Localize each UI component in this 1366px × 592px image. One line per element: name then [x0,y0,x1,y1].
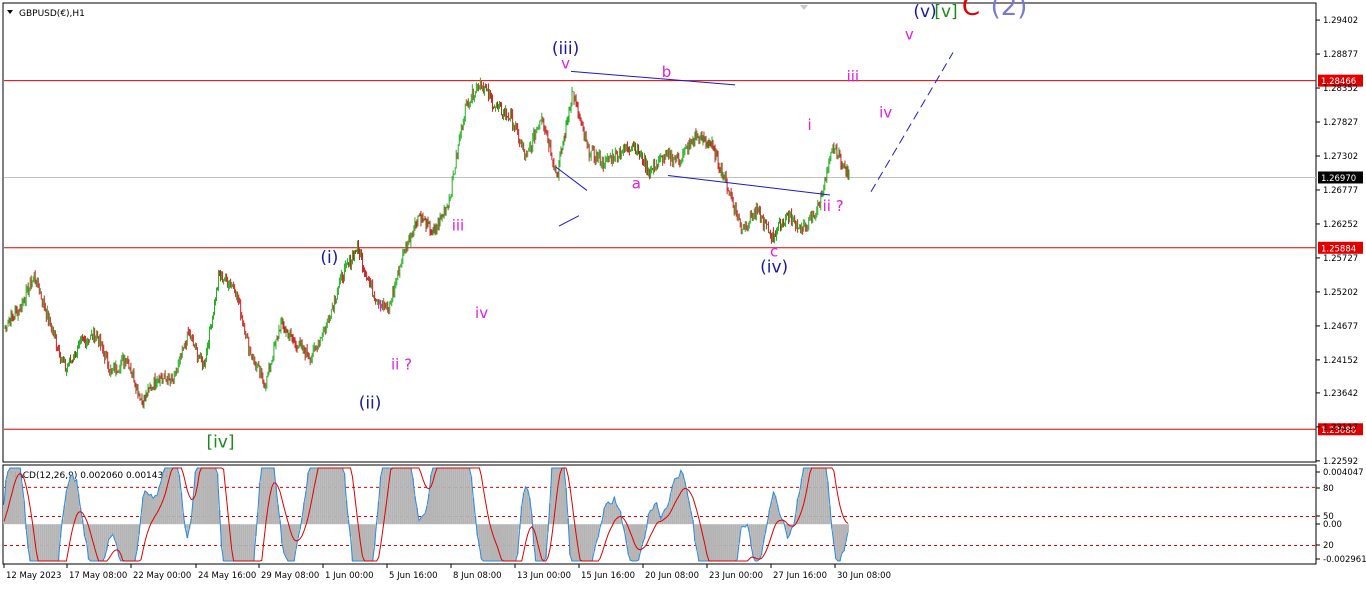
macd-tick-label: 0.00 [1323,520,1342,530]
price-tick-label: 1.29402 [1323,16,1358,26]
price-tick-label: 1.24152 [1323,356,1358,366]
price-tick-label: 1.26252 [1323,220,1358,230]
price-tick-label: 1.28877 [1323,50,1358,60]
time-tick-label: 12 May 2023 [6,571,61,581]
price-tick-label: 1.27827 [1323,118,1358,128]
time-tick-label: 30 Jun 08:00 [837,571,891,581]
wave-label: i [807,116,811,134]
symbol-title: GBPUSD(€),H1 [19,9,85,19]
time-tick-label: 1 Jun 00:00 [325,571,374,581]
wave-label: v [561,55,570,73]
wave-label: a [632,174,641,192]
time-axis: 12 May 2023 17 May 08:00 22 May 00:00 24 Ma… [3,564,891,581]
wave-label: ii ? [391,356,412,374]
price-panel[interactable] [2,2,1317,463]
time-tick-label: 23 Jun 00:00 [709,571,763,581]
price-tick-label: 1.27302 [1323,152,1358,162]
wave-label: iv [879,103,892,121]
level-label: 1.25884 [1321,244,1356,254]
time-tick-label: 13 Jun 00:00 [517,571,571,581]
chart-canvas[interactable]: GBPUSD(€),H1 MACD(12,26,9) 0.002060 0.00… [0,0,1366,588]
current-price-label: 1.26970 [1321,174,1356,184]
price-tick-label: 1.25202 [1323,288,1358,298]
time-tick-label: 22 May 00:00 [133,571,191,581]
macd-tick-label: 20 [1323,541,1334,551]
price-tick-label: 1.26777 [1323,186,1358,196]
price-tick-label: 1.24677 [1323,322,1358,332]
time-tick-label: 5 Jun 16:00 [389,571,438,581]
price-axis: 1.29402 1.28877 1.28352 1.27827 1.27302 1.267… [1316,16,1358,467]
wave-label: (ii) [359,394,382,414]
wave-label: ii ? [823,197,844,215]
wave-label: v [905,26,914,44]
wave-label: (i) [320,248,338,268]
wave-label: (iv) [760,258,788,278]
wave-label: (v) [913,2,936,22]
price-tick-label: 1.22592 [1323,457,1358,467]
time-tick-label: 27 Jun 16:00 [773,571,827,581]
wave-label: i [378,297,382,315]
price-tick-label: 1.25727 [1323,254,1358,264]
wave-label: [iv] [206,432,234,452]
wave-label: iii [452,217,465,235]
wave-label: [v] [934,2,957,22]
price-tick-label: 1.23117 [1323,423,1358,433]
macd-tick-label: 80 [1323,484,1334,494]
time-tick-label: 15 Jun 16:00 [581,571,635,581]
chart-window: GBPUSD(€),H1 MACD(12,26,9) 0.002060 0.00… [0,0,1366,588]
macd-title: MACD(12,26,9) 0.002060 0.001437 [9,471,169,481]
time-tick-label: 8 Jun 08:00 [453,571,502,581]
wave-label: b [662,63,672,81]
wave-label: C [962,0,980,22]
time-tick-label: 20 Jun 08:00 [645,571,699,581]
wave-label: iii [847,68,860,86]
macd-tick-label: -0.002961 [1323,555,1366,565]
time-tick-label: 17 May 08:00 [69,571,127,581]
price-tick-label: 1.23642 [1323,389,1358,399]
macd-tick-label: 0.004047 [1323,468,1364,478]
time-tick-label: 24 May 16:00 [198,571,256,581]
wave-label: iv [475,304,488,322]
time-tick-label: 29 May 08:00 [261,571,319,581]
price-tick-label: 1.28352 [1323,84,1358,94]
wave-label: (2) [991,0,1028,22]
